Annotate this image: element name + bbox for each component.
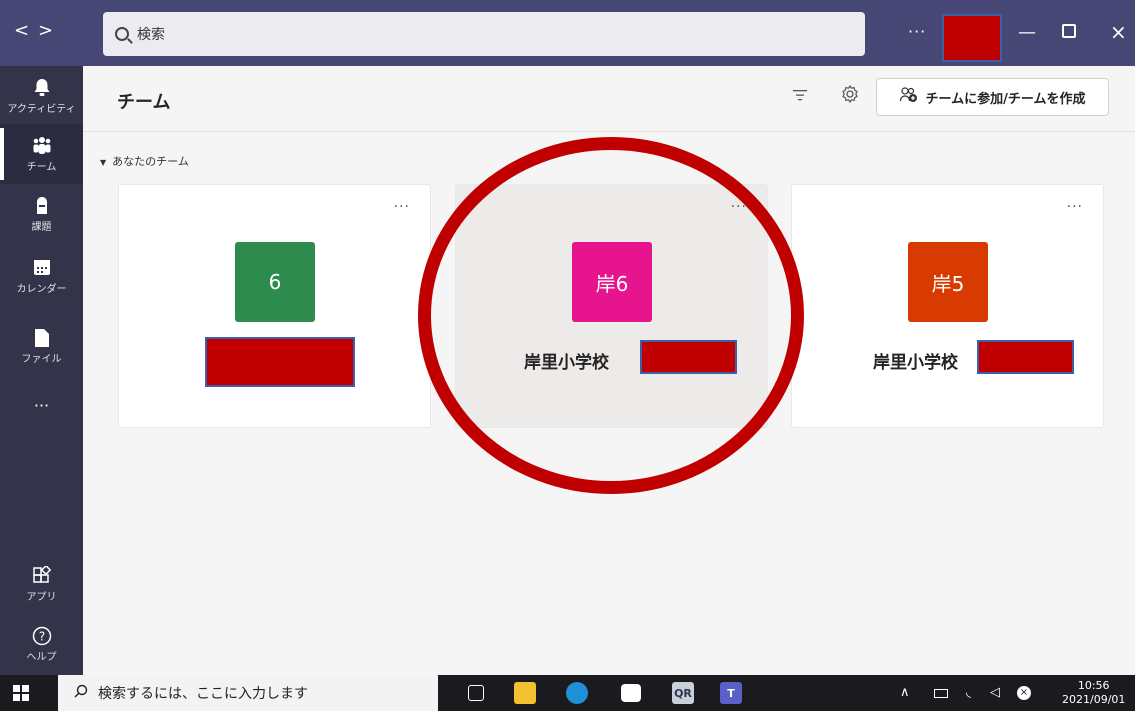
team-name: 岸里小学校 (524, 353, 609, 373)
team-name: 岸里小学校 (873, 353, 958, 373)
search-input[interactable]: 検索 (103, 12, 865, 56)
taskbar-search-placeholder: 検索するには、ここに入力します (98, 686, 308, 702)
wifi-icon[interactable]: ◟ (966, 685, 971, 700)
battery-icon[interactable] (934, 689, 948, 698)
clock-time: 10:56 (1077, 679, 1110, 692)
rail-item-apps[interactable]: アプリ (0, 564, 83, 603)
team-card[interactable]: ··· 岸5 岸里小学校 (791, 184, 1104, 428)
team-card[interactable]: ··· 6 (118, 184, 431, 428)
section-label: あなたのチーム (112, 155, 189, 168)
windows-taskbar: 検索するには、ここに入力します QR T ∧ ◟ ◁ × 10:56 2021/… (0, 675, 1135, 711)
search-placeholder: 検索 (137, 27, 165, 43)
speaker-icon[interactable]: ◁ (990, 685, 1000, 700)
file-icon (31, 328, 53, 348)
team-avatar: 6 (235, 242, 315, 322)
minimize-icon[interactable]: — (1018, 22, 1036, 43)
chevron-up-icon[interactable]: ∧ (900, 685, 910, 700)
backpack-icon (31, 196, 53, 216)
more-options-icon[interactable]: ··· (908, 22, 926, 41)
filter-icon[interactable] (793, 86, 807, 105)
page-title: チーム (117, 92, 171, 113)
windows-start-icon[interactable] (13, 685, 29, 701)
qr-app-icon[interactable]: QR (672, 682, 694, 704)
back-arrow-icon[interactable]: < (14, 20, 38, 41)
team-name-redacted (205, 337, 355, 387)
search-icon (74, 684, 88, 702)
svg-text:?: ? (38, 630, 44, 644)
rail-item-help[interactable]: ? ヘルプ (0, 626, 83, 663)
rail-item-label: チーム (26, 162, 57, 173)
rail-item-assignments[interactable]: 課題 (0, 196, 83, 233)
caret-down-icon: ▼ (100, 158, 107, 167)
bell-icon (31, 78, 53, 98)
rail-item-label: ファイル (21, 354, 62, 365)
team-name-redacted (640, 340, 737, 374)
title-bar: <> 検索 ··· — × (0, 0, 1135, 66)
add-people-icon (899, 87, 918, 107)
notification-x-icon[interactable]: × (1017, 686, 1031, 700)
taskbar-search-input[interactable]: 検索するには、ここに入力します (58, 675, 438, 711)
join-or-create-team-button[interactable]: チームに参加/チームを作成 (876, 78, 1109, 116)
rail-item-label: カレンダー (16, 284, 67, 295)
teams-window: <> 検索 ··· — × アクティビティ チーム 課題 カレンダー ファイル … (0, 0, 1135, 711)
clock-date: 2021/09/01 (1062, 693, 1126, 706)
help-icon: ? (31, 626, 53, 646)
close-icon[interactable]: × (1110, 20, 1127, 44)
file-explorer-icon[interactable] (514, 682, 536, 704)
teams-icon (31, 136, 53, 156)
rail-item-teams[interactable]: チーム (0, 128, 83, 180)
team-card[interactable]: ··· 岸6 岸里小学校 (455, 184, 768, 428)
team-more-options-icon[interactable]: ··· (394, 199, 410, 215)
camera-icon[interactable] (621, 684, 641, 702)
rail-item-files[interactable]: ファイル (0, 328, 83, 365)
profile-avatar-redacted[interactable] (942, 14, 1002, 62)
team-avatar: 岸6 (572, 242, 652, 322)
edge-browser-icon[interactable] (566, 682, 588, 704)
team-name-redacted (977, 340, 1074, 374)
task-view-icon[interactable] (468, 685, 484, 701)
rail-item-activity[interactable]: アクティビティ (0, 78, 83, 115)
more-apps-icon[interactable]: ··· (0, 396, 83, 415)
team-avatar: 岸5 (908, 242, 988, 322)
page-header: チーム チームに参加/チームを作成 (83, 66, 1135, 132)
rail-item-label: ヘルプ (26, 652, 57, 663)
join-button-label: チームに参加/チームを作成 (925, 91, 1086, 107)
your-teams-section-toggle[interactable]: ▼ あなたのチーム (100, 153, 189, 169)
calendar-icon (31, 258, 53, 278)
system-clock[interactable]: 10:56 2021/09/01 (1062, 679, 1125, 707)
team-more-options-icon[interactable]: ··· (1067, 199, 1083, 215)
nav-arrows: <> (14, 20, 62, 41)
apps-icon (31, 564, 53, 586)
rail-item-label: アプリ (26, 592, 57, 603)
rail-item-label: アクティビティ (7, 104, 76, 115)
team-more-options-icon[interactable]: ··· (731, 199, 747, 215)
rail-item-label: 課題 (31, 222, 52, 233)
teams-taskbar-icon[interactable]: T (720, 682, 742, 704)
app-rail: アクティビティ チーム 課題 カレンダー ファイル ··· アプリ ? ヘルプ (0, 66, 83, 675)
search-icon (115, 27, 129, 41)
maximize-icon[interactable] (1062, 24, 1076, 38)
forward-arrow-icon[interactable]: > (38, 20, 62, 41)
rail-item-calendar[interactable]: カレンダー (0, 258, 83, 295)
gear-icon[interactable] (840, 84, 860, 109)
